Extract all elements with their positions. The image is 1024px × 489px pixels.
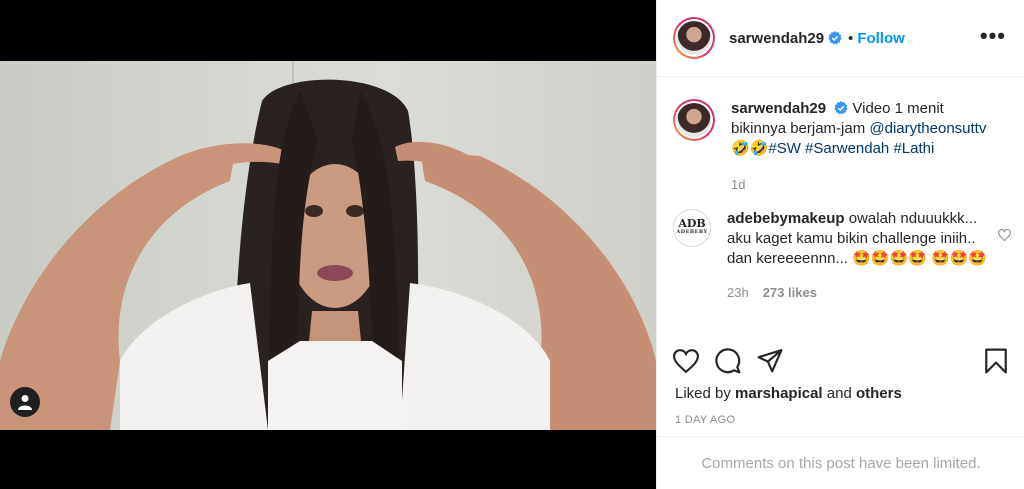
post-media <box>0 0 656 489</box>
heart-icon[interactable] <box>673 348 699 374</box>
post-timestamp[interactable]: 1 DAY AGO <box>675 414 735 426</box>
bookmark-icon[interactable] <box>983 348 1009 374</box>
caption-emoji: 🤣🤣 <box>731 140 769 157</box>
more-options-icon[interactable]: ••• <box>980 25 1006 47</box>
comment-meta: 23h 273 likes <box>727 283 997 303</box>
liked-by: Liked by marshapical and others <box>675 385 902 402</box>
comment-item: ADB ADEBEBY adebebymakeup owalah nduuukk… <box>673 209 1009 303</box>
caption-avatar[interactable] <box>673 99 715 141</box>
commenter-avatar-subtext: ADEBEBY <box>676 229 708 235</box>
comments-limited-notice: Comments on this post have been limited. <box>657 436 1024 489</box>
liked-and: and <box>822 385 856 402</box>
hashtag-link[interactable]: #Sarwendah <box>805 140 889 157</box>
comment-icon[interactable] <box>715 348 741 374</box>
heart-icon[interactable] <box>998 229 1011 241</box>
caption-username[interactable]: sarwendah29 <box>731 100 826 117</box>
liked-prefix: Liked by <box>675 385 736 402</box>
comments-section: sarwendah29 Video 1 menit bikinnya berja… <box>657 77 1024 339</box>
comment-likes[interactable]: 273 likes <box>763 285 817 300</box>
comment-time[interactable]: 23h <box>727 285 749 300</box>
share-icon[interactable] <box>757 348 783 374</box>
video-player[interactable] <box>0 61 656 430</box>
commenter-avatar[interactable]: ADB ADEBEBY <box>673 209 711 247</box>
video-frame <box>0 79 656 430</box>
caption-meta: 1d <box>731 175 1001 195</box>
instagram-post-modal: sarwendah29 • Follow ••• sarwendah29 Vid… <box>0 0 1024 489</box>
commenter-avatar-text: ADB <box>678 217 706 230</box>
hashtag-link[interactable]: #Lathi <box>893 140 934 157</box>
user-icon <box>18 395 32 410</box>
profile-avatar[interactable] <box>673 17 715 59</box>
commenter-username[interactable]: adebebymakeup <box>727 210 845 227</box>
follow-button[interactable]: Follow <box>857 30 905 47</box>
verified-badge-icon <box>828 31 842 45</box>
separator-dot: • <box>848 29 854 47</box>
caption-time[interactable]: 1d <box>731 177 745 192</box>
liked-others-link[interactable]: others <box>856 385 902 402</box>
liked-user-link[interactable]: marshapical <box>735 385 823 402</box>
tagged-users-button[interactable] <box>10 387 40 417</box>
action-bar <box>657 339 1024 383</box>
hashtag-link[interactable]: #SW <box>768 140 801 157</box>
header-username[interactable]: sarwendah29 <box>729 30 824 47</box>
caption: sarwendah29 Video 1 menit bikinnya berja… <box>673 99 1009 195</box>
verified-badge-icon <box>834 101 848 115</box>
post-sidebar: sarwendah29 • Follow ••• sarwendah29 Vid… <box>656 0 1024 489</box>
post-header: sarwendah29 • Follow ••• <box>657 0 1024 77</box>
mention-link[interactable]: @diarytheonsuttv <box>869 120 986 137</box>
comment-text: adebebymakeup owalah nduuukkk... aku kag… <box>727 209 997 303</box>
caption-text: sarwendah29 Video 1 menit bikinnya berja… <box>731 99 1001 195</box>
